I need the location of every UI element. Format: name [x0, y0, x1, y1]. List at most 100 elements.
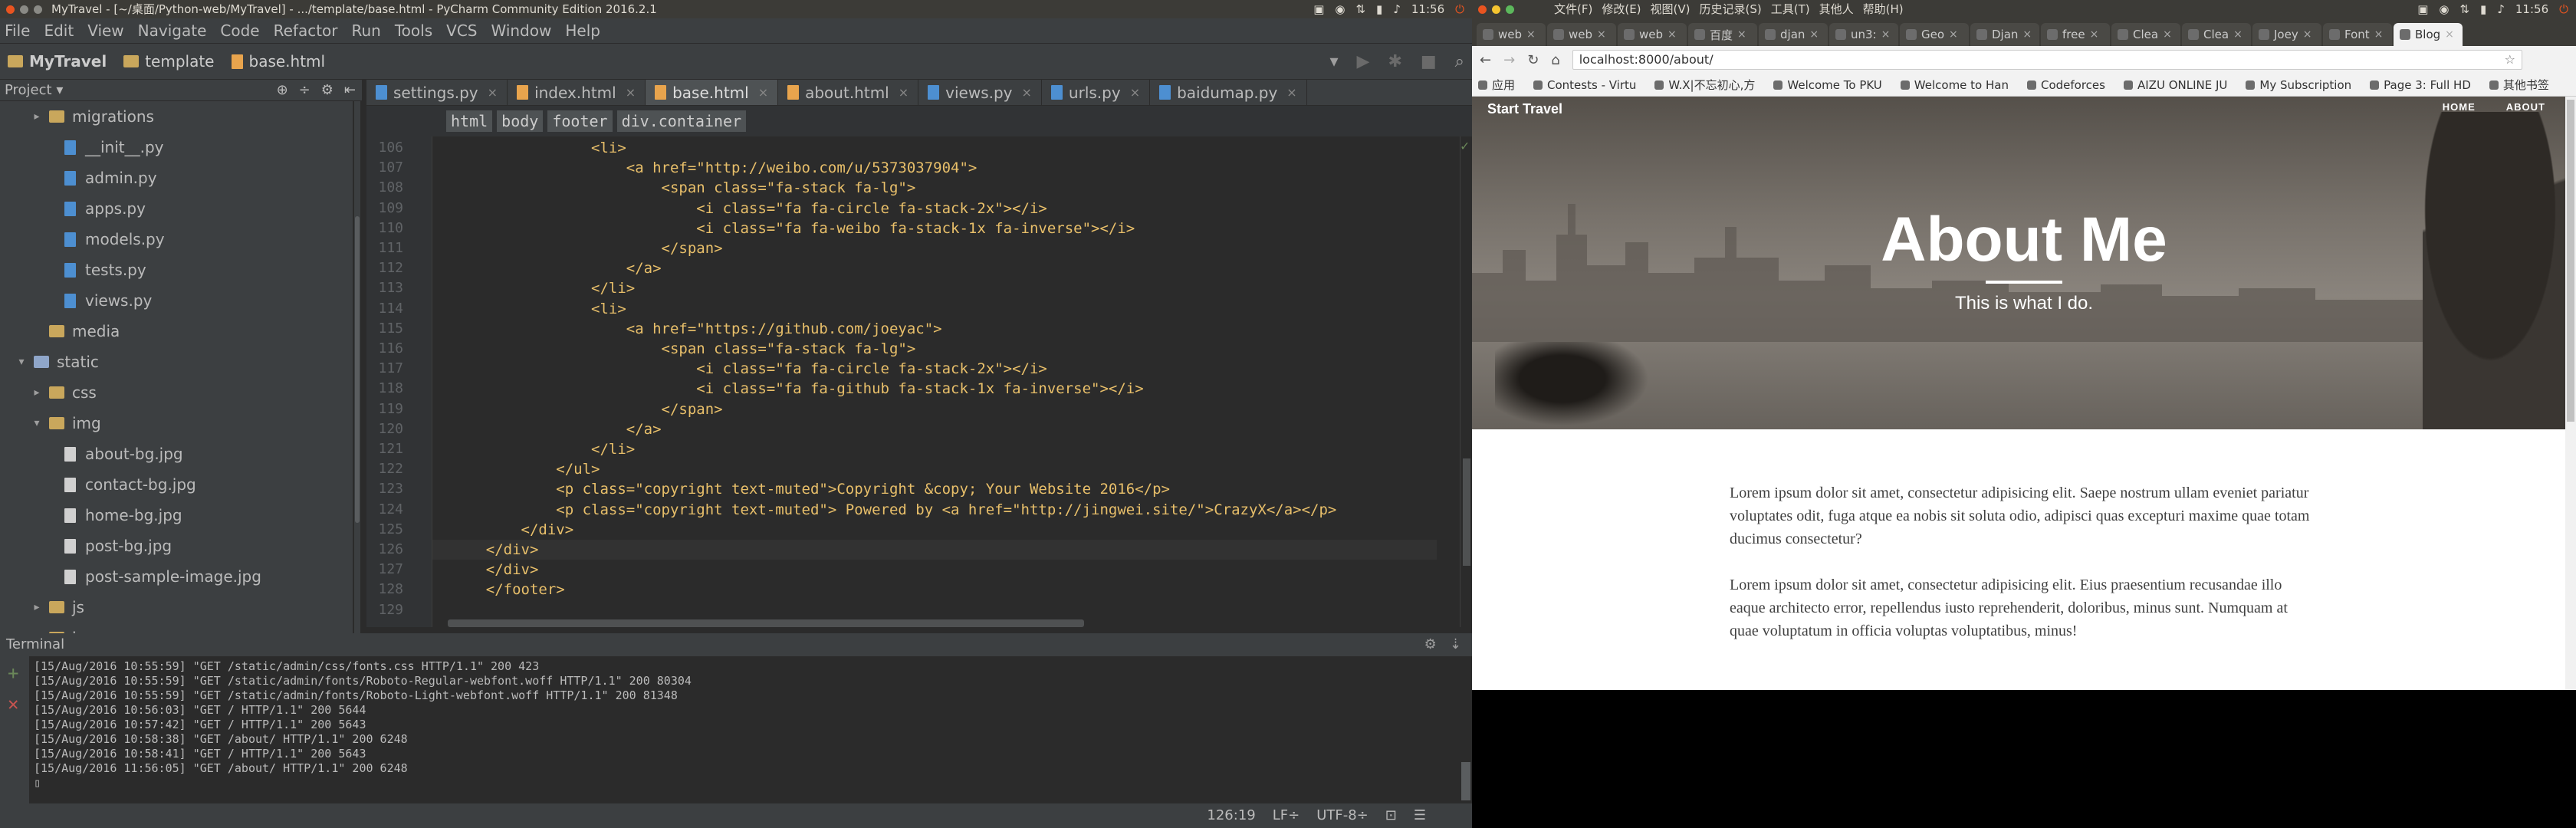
- editor-tab[interactable]: urls.py ×: [1042, 80, 1151, 105]
- code-line[interactable]: </div>: [451, 541, 539, 558]
- browser-tab[interactable]: Geo ×: [1900, 23, 1969, 46]
- browser-tab[interactable]: Clea ×: [2182, 23, 2251, 46]
- tree-item[interactable]: ▸ js: [0, 592, 353, 623]
- close-tab-icon[interactable]: ×: [758, 85, 768, 100]
- tree-item[interactable]: __init__.py: [0, 132, 353, 163]
- minimize-window-icon[interactable]: [1492, 5, 1500, 14]
- code-line[interactable]: <a href="http://weibo.com/u/5373037904">: [451, 159, 978, 176]
- close-tab-icon[interactable]: ×: [1809, 28, 1819, 41]
- code-line[interactable]: <span class="fa-stack fa-lg">: [451, 340, 916, 357]
- editor-horizontal-scrollbar[interactable]: [448, 619, 1084, 627]
- menu-item-file[interactable]: File: [5, 21, 30, 40]
- code-line[interactable]: </div>: [451, 561, 539, 578]
- tree-item[interactable]: contact-bg.jpg: [0, 469, 353, 500]
- browser-tab[interactable]: un3: ×: [1829, 23, 1898, 46]
- hide-icon[interactable]: ⇣: [1450, 636, 1461, 652]
- minimize-window-icon[interactable]: [20, 5, 28, 14]
- close-tab-icon[interactable]: ×: [1737, 28, 1746, 41]
- network-icon[interactable]: ⇅: [1355, 0, 1365, 18]
- expanded-arrow-icon[interactable]: ▾: [31, 417, 43, 429]
- tree-item[interactable]: post-sample-image.jpg: [0, 561, 353, 592]
- browser-menu-item[interactable]: 文件(F): [1554, 0, 1592, 18]
- code-line[interactable]: <p class="copyright text-muted">Copyrigh…: [451, 481, 1170, 498]
- browser-tab[interactable]: djan ×: [1759, 23, 1828, 46]
- code-line[interactable]: <i class="fa fa-circle fa-stack-2x"></i>: [451, 360, 1047, 377]
- breadcrumb-item[interactable]: div.container: [616, 110, 747, 132]
- telegram-icon[interactable]: ◉: [2439, 0, 2449, 18]
- expanded-arrow-icon[interactable]: ▾: [15, 356, 28, 368]
- back-icon[interactable]: ←: [1480, 52, 1491, 68]
- code-line[interactable]: <li>: [451, 140, 626, 156]
- close-window-icon[interactable]: [1478, 5, 1487, 14]
- bookmark-item[interactable]: Codeforces: [2026, 78, 2105, 92]
- terminal-scroll-thumb[interactable]: [1461, 762, 1470, 800]
- bookmark-item[interactable]: Welcome To PKU: [1773, 78, 1882, 92]
- event-log-icon[interactable]: ☰: [1414, 803, 1426, 828]
- nav-home[interactable]: HOME: [2443, 101, 2476, 113]
- menu-item-code[interactable]: Code: [220, 21, 259, 40]
- terminal-panel[interactable]: + ✕ [15/Aug/2016 10:55:59] "GET /static/…: [0, 656, 1472, 803]
- close-tab-icon[interactable]: ×: [2445, 28, 2454, 41]
- debug-icon[interactable]: ✱: [1388, 52, 1401, 71]
- close-tab-icon[interactable]: ×: [1286, 85, 1296, 100]
- bookmark-item[interactable]: My Subscription: [2246, 78, 2351, 92]
- power-icon[interactable]: ⏻: [1455, 0, 1464, 18]
- browser-tab[interactable]: web ×: [1618, 23, 1687, 46]
- menu-item-navigate[interactable]: Navigate: [138, 21, 207, 40]
- site-brand[interactable]: Start Travel: [1487, 101, 1562, 117]
- crumb-project[interactable]: MyTravel: [8, 52, 107, 71]
- tree-item[interactable]: about-bg.jpg: [0, 439, 353, 469]
- bookmark-item[interactable]: Welcome to Han: [1900, 78, 2009, 92]
- editor-scrollbar[interactable]: ✓: [1460, 136, 1472, 627]
- code-line[interactable]: <a href="https://github.com/joeyac">: [451, 320, 942, 337]
- scroll-thumb[interactable]: [2567, 100, 2574, 422]
- crumb-folder[interactable]: template: [123, 52, 215, 71]
- close-tab-icon[interactable]: ×: [2163, 28, 2172, 41]
- run-icon[interactable]: ▶: [1357, 52, 1370, 71]
- page-scrollbar[interactable]: [2565, 97, 2576, 690]
- browser-tab[interactable]: free ×: [2041, 23, 2110, 46]
- code-line[interactable]: </footer>: [451, 581, 565, 598]
- battery-icon[interactable]: ▮: [2480, 0, 2486, 18]
- tree-item[interactable]: ▾ img: [0, 408, 353, 439]
- gear-icon[interactable]: ⚙: [1424, 636, 1437, 652]
- bookmark-item[interactable]: Contests - Virtu: [1533, 78, 1636, 92]
- volume-icon[interactable]: ♪: [1393, 0, 1401, 18]
- tree-item[interactable]: media: [0, 316, 353, 347]
- scroll-thumb[interactable]: [355, 216, 360, 523]
- editor-tab[interactable]: about.html ×: [778, 80, 919, 105]
- browser-menu-item[interactable]: 修改(E): [1602, 0, 1641, 18]
- breadcrumb-item[interactable]: html: [446, 110, 493, 132]
- maximize-window-icon[interactable]: [34, 5, 42, 14]
- close-tab-icon[interactable]: ×: [1597, 28, 1606, 41]
- caret-position[interactable]: 126:19: [1207, 803, 1255, 828]
- browser-menu-item[interactable]: 其他人: [1819, 0, 1854, 18]
- code-line[interactable]: </a>: [451, 421, 662, 438]
- close-tab-icon[interactable]: ×: [1949, 28, 1958, 41]
- code-line[interactable]: <p class="copyright text-muted"> Powered…: [451, 501, 1336, 518]
- browser-tab[interactable]: 百度 ×: [1688, 23, 1757, 46]
- menu-item-view[interactable]: View: [87, 21, 123, 40]
- close-tab-icon[interactable]: ×: [1881, 28, 1891, 41]
- collapsed-arrow-icon[interactable]: ▸: [31, 386, 43, 399]
- browser-tab[interactable]: Joey ×: [2252, 23, 2321, 46]
- code-line[interactable]: </li>: [451, 280, 635, 297]
- code-line[interactable]: </span>: [451, 240, 723, 257]
- code-line[interactable]: <i class="fa fa-circle fa-stack-2x"></i>: [451, 200, 1047, 217]
- tree-item[interactable]: views.py: [0, 285, 353, 316]
- close-tab-icon[interactable]: ×: [2233, 28, 2242, 41]
- editor-tab[interactable]: index.html ×: [508, 80, 646, 105]
- collapsed-arrow-icon[interactable]: ▸: [31, 601, 43, 613]
- code-line[interactable]: </span>: [451, 401, 723, 418]
- code-editor[interactable]: 106 <li> 107 <a href="http://weibo.com/u/…: [366, 136, 1472, 627]
- tree-item[interactable]: ▸ migrations: [0, 101, 353, 132]
- browser-menu-item[interactable]: 视图(V): [1651, 0, 1691, 18]
- lock-icon[interactable]: ⊡: [1385, 803, 1397, 828]
- line-separator[interactable]: LF÷: [1273, 803, 1300, 828]
- close-tab-icon[interactable]: ×: [2090, 28, 2099, 41]
- project-scrollbar[interactable]: [354, 101, 360, 638]
- tree-item[interactable]: tests.py: [0, 255, 353, 285]
- menu-item-help[interactable]: Help: [565, 21, 600, 40]
- browser-tab[interactable]: Font ×: [2323, 23, 2392, 46]
- close-tab-icon[interactable]: ×: [1022, 85, 1032, 100]
